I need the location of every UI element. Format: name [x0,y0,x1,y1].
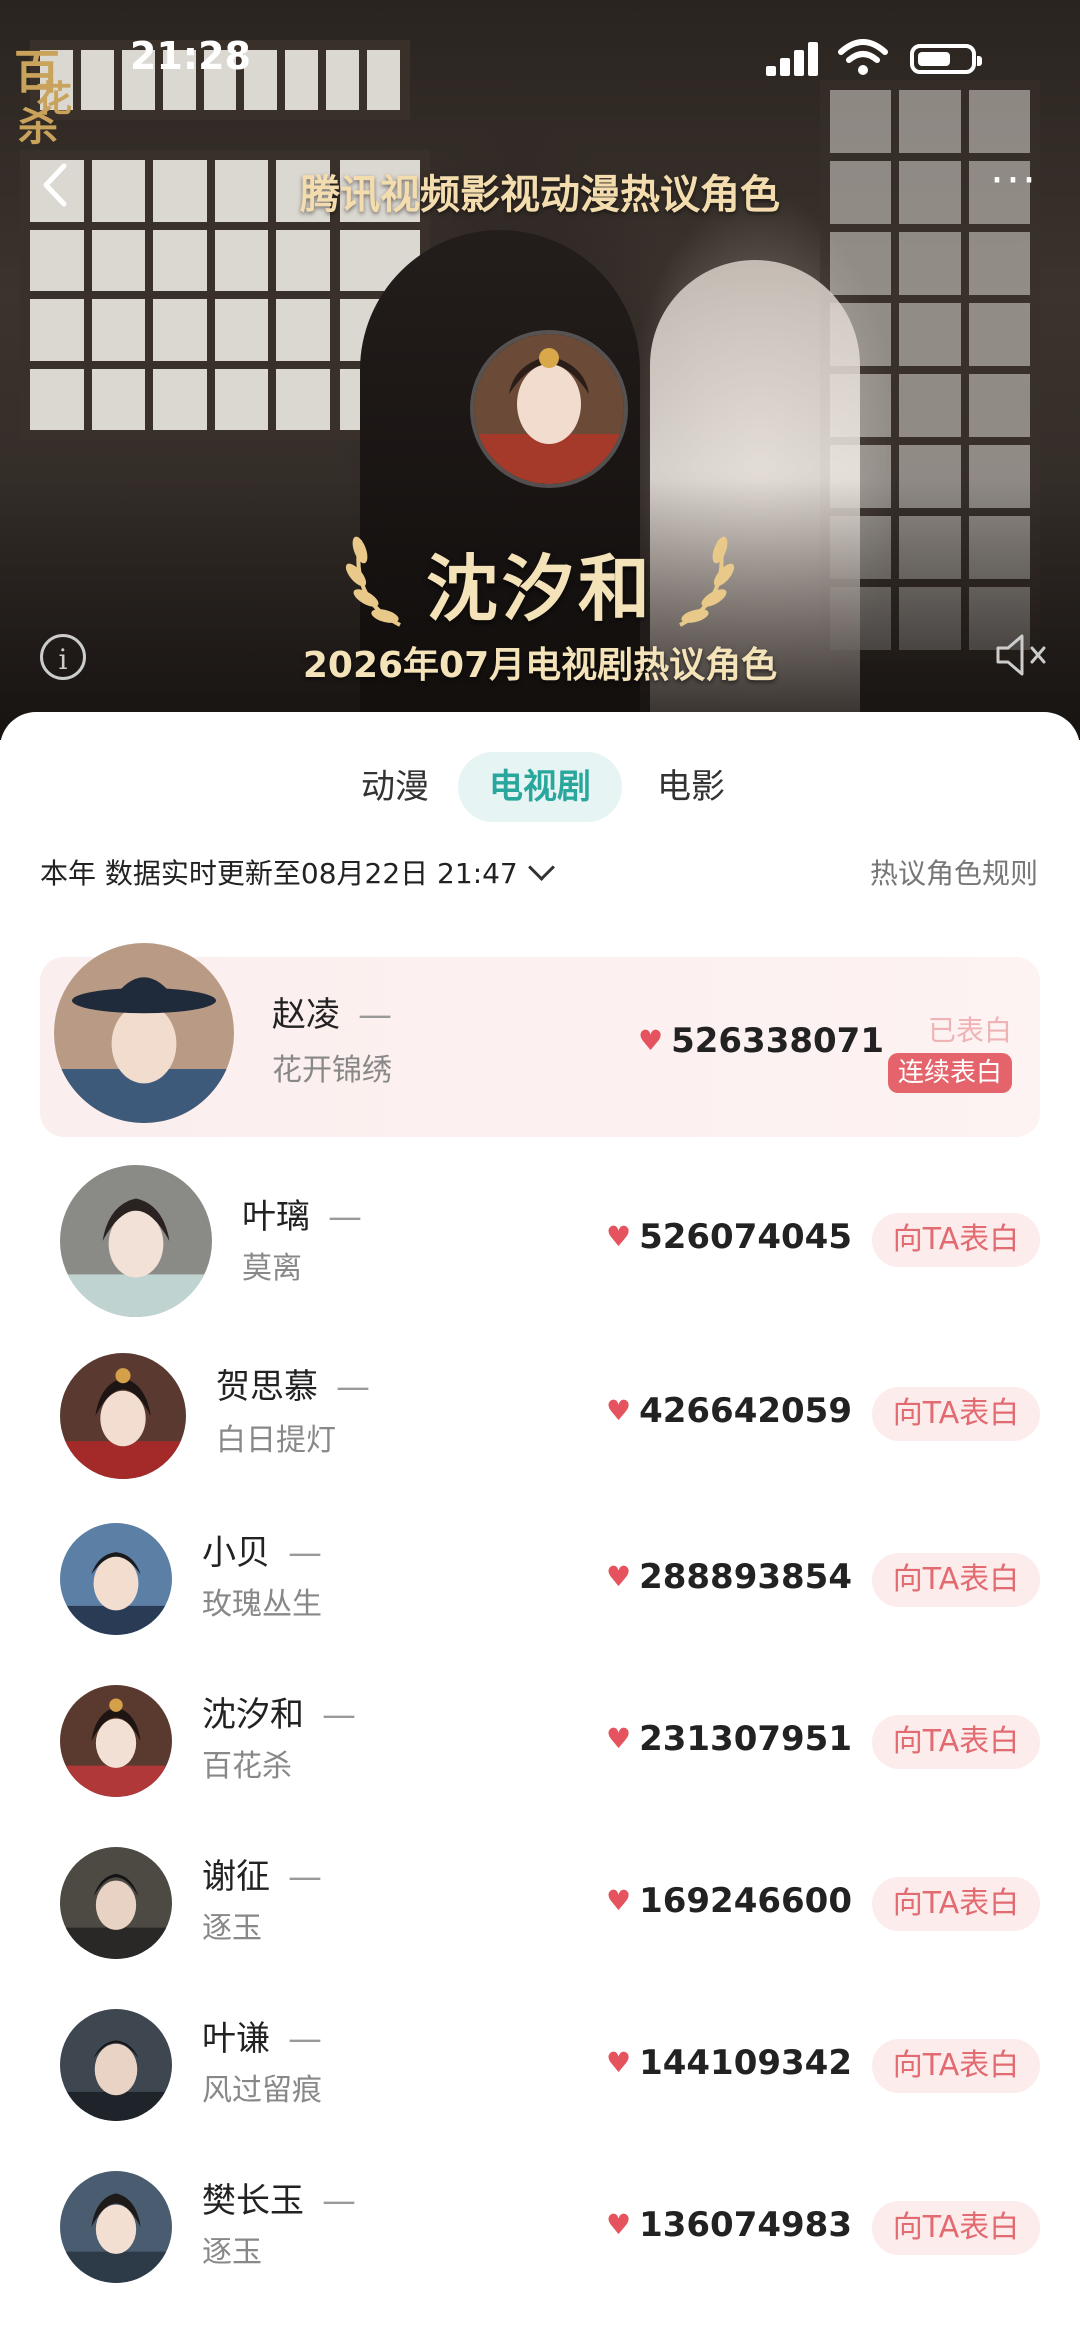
avatar [60,2009,172,2121]
winner-avatar [470,330,628,488]
confess-button[interactable]: 向TA表白 [872,2201,1040,2255]
heart-icon: ♥ [605,1220,632,1253]
drama-title: 花开锦绣 [272,1053,392,1088]
avatar [60,1685,172,1797]
drama-title: 逐玉 [202,2235,262,2270]
drama-title: 莫离 [242,1251,302,1286]
battery-icon [910,44,982,74]
wifi-icon [838,39,888,75]
character-name: 小贝 — [202,1533,322,1573]
hero-banner: 百 花 杀 21:28 腾讯视频影视动漫热议角色 ··· 沈汐和 2026年07… [0,0,1080,740]
list-item[interactable]: 叶谦 — 风过留痕 ♥ 144109342 向TA表白 [40,2009,1040,2189]
signal-icon [766,42,820,76]
filter-label: 本年 数据实时更新至08月22日 21:47 [40,857,518,890]
character-name: 谢征 — [202,1857,322,1897]
heat-score: ♥ 231307951 [605,1719,852,1759]
avatar [54,943,234,1123]
confessed-status: 已表白 [927,1014,1012,1047]
chevron-down-icon [527,854,555,881]
list-item[interactable]: 小贝 — 玫瑰丛生 ♥ 288893854 向TA表白 [40,1523,1040,1703]
streak-badge: 连续表白 [887,1053,1012,1093]
heart-icon: ♥ [605,2208,632,2241]
tab-tv-series[interactable]: 电视剧 [458,752,622,822]
confess-button[interactable]: 向TA表白 [872,1715,1040,1769]
heat-score: ♥ 169246600 [605,1881,852,1921]
heart-icon: ♥ [605,2046,632,2079]
page-title: 腾讯视频影视动漫热议角色 [300,172,780,218]
heart-icon: ♥ [605,1722,632,1755]
tab-anime[interactable]: 动漫 [340,752,450,822]
list-item[interactable]: 沈汐和 — 百花杀 ♥ 231307951 向TA表白 [40,1685,1040,1865]
drama-title: 百花杀 [202,1749,292,1784]
drama-title: 玫瑰丛生 [202,1587,322,1622]
tab-movie[interactable]: 电影 [636,752,746,822]
character-name: 沈汐和 — [202,1695,356,1735]
character-name: 叶谦 — [202,2019,322,2059]
avatar [60,1847,172,1959]
drama-title: 逐玉 [202,1911,262,1946]
character-name: 赵凌 — [272,995,392,1035]
heart-icon: ♥ [605,1560,632,1593]
confess-button[interactable]: 向TA表白 [872,2039,1040,2093]
rules-link[interactable]: 热议角色规则 [870,852,1038,892]
drama-title: 风过留痕 [202,2073,322,2108]
heat-score: ♥ 526338071 [637,1021,884,1061]
character-name: 樊长玉 — [202,2181,356,2221]
confess-button[interactable]: 向TA表白 [872,1387,1040,1441]
list-item[interactable]: 樊长玉 — 逐玉 ♥ 136074983 向TA表白 [40,2171,1040,2351]
heat-score: ♥ 136074983 [605,2205,852,2245]
heat-score: ♥ 288893854 [605,1557,852,1597]
time-filter[interactable]: 本年 数据实时更新至08月22日 21:47 [40,852,555,892]
heat-score: ♥ 144109342 [605,2043,852,2083]
winner-name: 沈汐和 [425,546,654,631]
heat-score: ♥ 426642059 [605,1391,852,1431]
avatar [60,1523,172,1635]
confess-button[interactable]: 向TA表白 [872,1213,1040,1267]
status-time: 21:28 [130,34,251,78]
character-name: 叶璃 — [242,1197,362,1237]
status-bar: 21:28 [0,28,1080,88]
heart-icon: ♥ [605,1394,632,1427]
more-button[interactable]: ··· [984,159,1044,206]
avatar [60,1353,186,1479]
list-item[interactable]: 谢征 — 逐玉 ♥ 169246600 向TA表白 [40,1847,1040,2027]
confess-button[interactable]: 向TA表白 [872,1877,1040,1931]
winner-subtitle: 2026年07月电视剧热议角色 [302,645,778,686]
heart-icon: ♥ [637,1024,664,1057]
category-tabs: 动漫 电视剧 电影 [0,752,1080,822]
drama-title: 白日提灯 [216,1423,336,1458]
heat-score: ♥ 526074045 [605,1217,852,1257]
info-icon[interactable]: i [40,634,86,680]
laurel-icon [679,536,735,627]
list-item[interactable]: 贺思慕 — 白日提灯 ♥ 426642059 向TA表白 [40,1353,1040,1533]
list-item[interactable]: 叶璃 — 莫离 ♥ 526074045 向TA表白 [40,1155,1040,1335]
avatar [60,1165,212,1317]
heart-icon: ♥ [605,1884,632,1917]
avatar [60,2171,172,2283]
ranking-sheet: 动漫 电视剧 电影 本年 数据实时更新至08月22日 21:47 热议角色规则 … [0,712,1080,2340]
list-item[interactable]: 赵凌 — 花开锦绣 ♥ 526338071 已表白 连续表白 [40,943,1040,1137]
character-name: 贺思慕 — [216,1367,370,1407]
confess-button[interactable]: 向TA表白 [872,1553,1040,1607]
mute-icon[interactable] [992,630,1052,680]
